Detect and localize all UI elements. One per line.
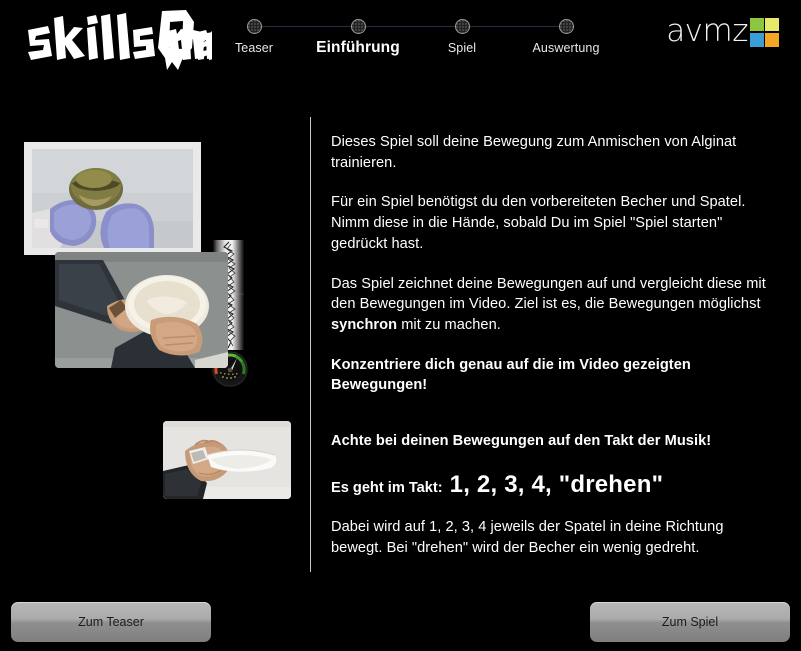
step-label-teaser: Teaser [234, 41, 274, 55]
photo-holding-spatula [163, 421, 291, 499]
takt-callout: Es geht im Takt: 1, 2, 3, 4, "drehen" [331, 471, 771, 499]
column-divider [310, 117, 311, 572]
video-thumbnail-image [32, 149, 193, 248]
avmz-tile-top-left [750, 17, 764, 32]
instruction-paragraph-6: Dabei wird auf 1, 2, 3, 4 jeweils der Sp… [331, 518, 724, 556]
step-label-einfuehrung: Einführung [316, 39, 400, 56]
avmz-logo: avmz [666, 12, 779, 50]
progress-stepper: Teaser Einführung Spiel Auswertung [228, 14, 648, 74]
avmz-wordmark: avmz [666, 12, 748, 49]
step-label-auswertung: Auswertung [532, 41, 600, 55]
page-footer: Zum Teaser Zum Spiel [0, 562, 801, 651]
p3-text-after: mit zu machen. [397, 317, 501, 334]
p3-emphasis-synchron: synchron [331, 317, 398, 334]
avmz-tile-bottom-left [750, 32, 764, 47]
instruction-paragraph-3: Das Spiel zeichnet deine Bewegungen auf … [331, 274, 771, 336]
step-dot-einfuehrung [350, 19, 366, 34]
step-dot-teaser [246, 19, 262, 34]
instruction-paragraph-5-rhythm: Achte bei deinen Bewegungen auf den Takt… [331, 433, 712, 450]
instructions-column: Dieses Spiel soll deine Bewegung zum Anm… [331, 132, 771, 577]
page-header: Teaser Einführung Spiel Auswertung avmz [0, 0, 801, 92]
zum-spiel-button[interactable]: Zum Spiel [590, 602, 790, 642]
zum-teaser-button[interactable]: Zum Teaser [11, 602, 211, 642]
photo-holding-bowl [55, 252, 228, 368]
instruction-paragraph-2: Für ein Spiel benötigst du den vorbereit… [331, 194, 746, 252]
avmz-tile-bottom-right [765, 32, 779, 47]
step-label-spiel: Spiel [447, 41, 477, 55]
skillsomat-logo [22, 8, 212, 70]
main-content: Dieses Spiel soll deine Bewegung zum Anm… [0, 92, 801, 572]
instruction-paragraph-1: Dieses Spiel soll deine Bewegung zum Anm… [331, 134, 737, 171]
step-auswertung[interactable]: Auswertung [506, 14, 626, 55]
avmz-tile-top-right [765, 17, 779, 32]
instruction-paragraph-4-highlight: Konzentriere dich genau auf die im Video… [331, 356, 691, 394]
step-einfuehrung[interactable]: Einführung [298, 14, 418, 57]
takt-value: 1, 2, 3, 4, "drehen" [449, 470, 664, 498]
p3-text-before: Das Spiel zeichnet deine Bewegungen auf … [331, 275, 766, 313]
video-thumbnail[interactable] [24, 142, 201, 255]
step-teaser[interactable]: Teaser [194, 14, 314, 55]
step-dot-spiel [454, 19, 470, 34]
media-column [0, 92, 305, 562]
avmz-tile-grid [750, 17, 779, 47]
step-dot-auswertung [558, 19, 574, 34]
takt-label: Es geht im Takt: [331, 479, 443, 496]
step-spiel[interactable]: Spiel [402, 14, 522, 55]
